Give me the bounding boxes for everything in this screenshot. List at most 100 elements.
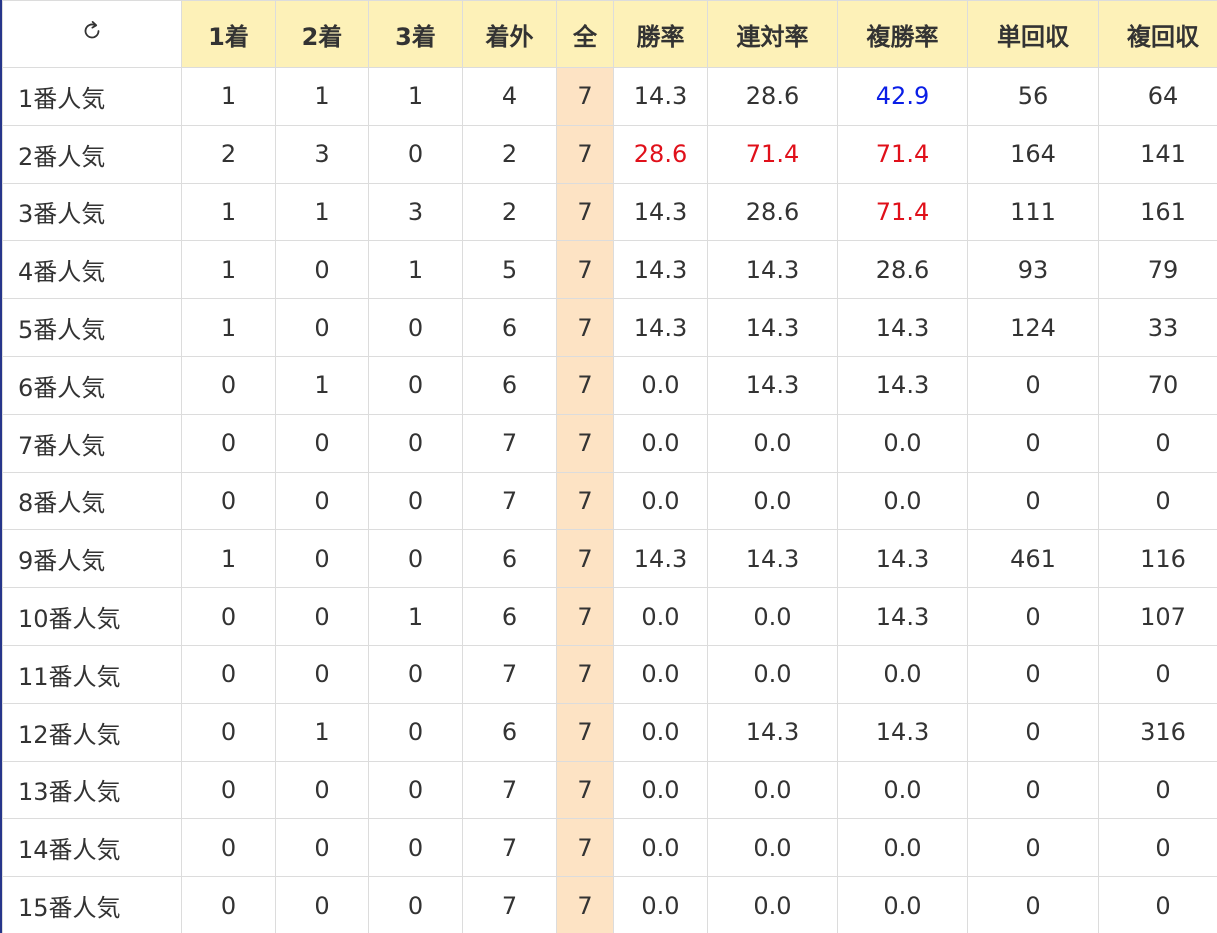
cell-2nd-place: 1 <box>275 702 369 762</box>
cell-3rd-place: 1 <box>368 587 463 646</box>
cell-win-return: 124 <box>967 298 1099 357</box>
cell-1st-place: 0 <box>181 587 276 646</box>
cell-top3-rate: 14.3 <box>837 355 968 415</box>
cell-out-of-place: 6 <box>462 529 557 589</box>
header-2nd-place[interactable]: 2着 <box>275 0 369 68</box>
refresh-header-cell <box>2 0 182 68</box>
cell-total: 7 <box>556 413 614 473</box>
cell-3rd-place: 0 <box>368 818 463 878</box>
cell-top2-rate: 0.0 <box>707 760 838 820</box>
cell-place-return: 0 <box>1098 760 1217 820</box>
cell-top2-rate: 28.6 <box>707 182 838 242</box>
cell-out-of-place: 2 <box>462 182 557 242</box>
cell-win-return: 0 <box>967 644 1099 704</box>
cell-win-return: 0 <box>967 413 1099 473</box>
table-row: 5番人気 1 0 0 6 7 14.3 14.3 14.3 124 33 <box>2 298 1217 357</box>
cell-place-return: 0 <box>1098 413 1217 473</box>
cell-3rd-place: 0 <box>368 876 463 933</box>
cell-top3-rate: 14.3 <box>837 587 968 646</box>
table-body: 1番人気 1 1 1 4 7 14.3 28.6 42.9 56 64 2番人気 2 3 0 2 7 28.6 71… <box>2 67 1217 933</box>
cell-total: 7 <box>556 124 614 184</box>
cell-top2-rate: 71.4 <box>707 124 838 184</box>
cell-2nd-place: 0 <box>275 818 369 878</box>
cell-3rd-place: 0 <box>368 413 463 473</box>
cell-win-rate: 28.6 <box>613 124 708 184</box>
header-out-of-place[interactable]: 着外 <box>462 0 557 68</box>
header-top2-rate[interactable]: 連対率 <box>707 0 838 68</box>
table-row: 11番人気 0 0 0 7 7 0.0 0.0 0.0 0 0 <box>2 644 1217 704</box>
table-row: 4番人気 1 0 1 5 7 14.3 14.3 28.6 93 79 <box>2 240 1217 300</box>
cell-win-rate: 14.3 <box>613 67 708 126</box>
cell-top2-rate: 0.0 <box>707 644 838 704</box>
row-label: 5番人気 <box>2 298 182 357</box>
row-label: 4番人気 <box>2 240 182 300</box>
cell-out-of-place: 7 <box>462 818 557 878</box>
cell-out-of-place: 7 <box>462 413 557 473</box>
cell-win-rate: 14.3 <box>613 529 708 589</box>
cell-2nd-place: 0 <box>275 413 369 473</box>
table-row: 15番人気 0 0 0 7 7 0.0 0.0 0.0 0 0 <box>2 876 1217 933</box>
cell-win-rate: 0.0 <box>613 876 708 933</box>
cell-2nd-place: 1 <box>275 67 369 126</box>
refresh-icon[interactable] <box>80 19 104 47</box>
cell-top2-rate: 0.0 <box>707 587 838 646</box>
header-place-return[interactable]: 複回収 <box>1098 0 1217 68</box>
cell-place-return: 0 <box>1098 644 1217 704</box>
cell-win-rate: 14.3 <box>613 240 708 300</box>
cell-total: 7 <box>556 702 614 762</box>
cell-1st-place: 0 <box>181 876 276 933</box>
table-row: 2番人気 2 3 0 2 7 28.6 71.4 71.4 164 141 <box>2 124 1217 184</box>
cell-total: 7 <box>556 587 614 646</box>
cell-total: 7 <box>556 67 614 126</box>
cell-win-rate: 0.0 <box>613 413 708 473</box>
cell-total: 7 <box>556 240 614 300</box>
header-top3-rate[interactable]: 複勝率 <box>837 0 968 68</box>
cell-2nd-place: 3 <box>275 124 369 184</box>
row-label: 15番人気 <box>2 876 182 933</box>
cell-place-return: 33 <box>1098 298 1217 357</box>
cell-2nd-place: 1 <box>275 355 369 415</box>
cell-top3-rate: 14.3 <box>837 702 968 762</box>
cell-top2-rate: 28.6 <box>707 67 838 126</box>
table-row: 7番人気 0 0 0 7 7 0.0 0.0 0.0 0 0 <box>2 413 1217 473</box>
cell-total: 7 <box>556 760 614 820</box>
cell-win-rate: 0.0 <box>613 644 708 704</box>
cell-place-return: 0 <box>1098 876 1217 933</box>
cell-top2-rate: 14.3 <box>707 298 838 357</box>
cell-win-rate: 0.0 <box>613 471 708 531</box>
row-label: 13番人気 <box>2 760 182 820</box>
cell-place-return: 141 <box>1098 124 1217 184</box>
cell-out-of-place: 4 <box>462 67 557 126</box>
cell-win-return: 0 <box>967 702 1099 762</box>
cell-3rd-place: 0 <box>368 529 463 589</box>
cell-1st-place: 1 <box>181 67 276 126</box>
cell-3rd-place: 1 <box>368 240 463 300</box>
cell-3rd-place: 0 <box>368 355 463 415</box>
cell-win-return: 0 <box>967 818 1099 878</box>
cell-total: 7 <box>556 298 614 357</box>
cell-win-rate: 0.0 <box>613 818 708 878</box>
cell-win-return: 111 <box>967 182 1099 242</box>
cell-total: 7 <box>556 818 614 878</box>
cell-win-return: 461 <box>967 529 1099 589</box>
header-win-return[interactable]: 単回収 <box>967 0 1099 68</box>
header-1st-place[interactable]: 1着 <box>181 0 276 68</box>
cell-place-return: 0 <box>1098 818 1217 878</box>
cell-out-of-place: 7 <box>462 760 557 820</box>
cell-top3-rate: 71.4 <box>837 182 968 242</box>
cell-win-return: 56 <box>967 67 1099 126</box>
cell-1st-place: 0 <box>181 413 276 473</box>
table-row: 9番人気 1 0 0 6 7 14.3 14.3 14.3 461 116 <box>2 529 1217 589</box>
cell-top2-rate: 0.0 <box>707 818 838 878</box>
header-win-rate[interactable]: 勝率 <box>613 0 708 68</box>
cell-3rd-place: 0 <box>368 702 463 762</box>
header-3rd-place[interactable]: 3着 <box>368 0 463 68</box>
cell-total: 7 <box>556 529 614 589</box>
cell-1st-place: 0 <box>181 355 276 415</box>
cell-win-rate: 0.0 <box>613 587 708 646</box>
cell-place-return: 316 <box>1098 702 1217 762</box>
cell-out-of-place: 6 <box>462 587 557 646</box>
cell-place-return: 161 <box>1098 182 1217 242</box>
header-total[interactable]: 全 <box>556 0 614 68</box>
cell-top2-rate: 0.0 <box>707 876 838 933</box>
